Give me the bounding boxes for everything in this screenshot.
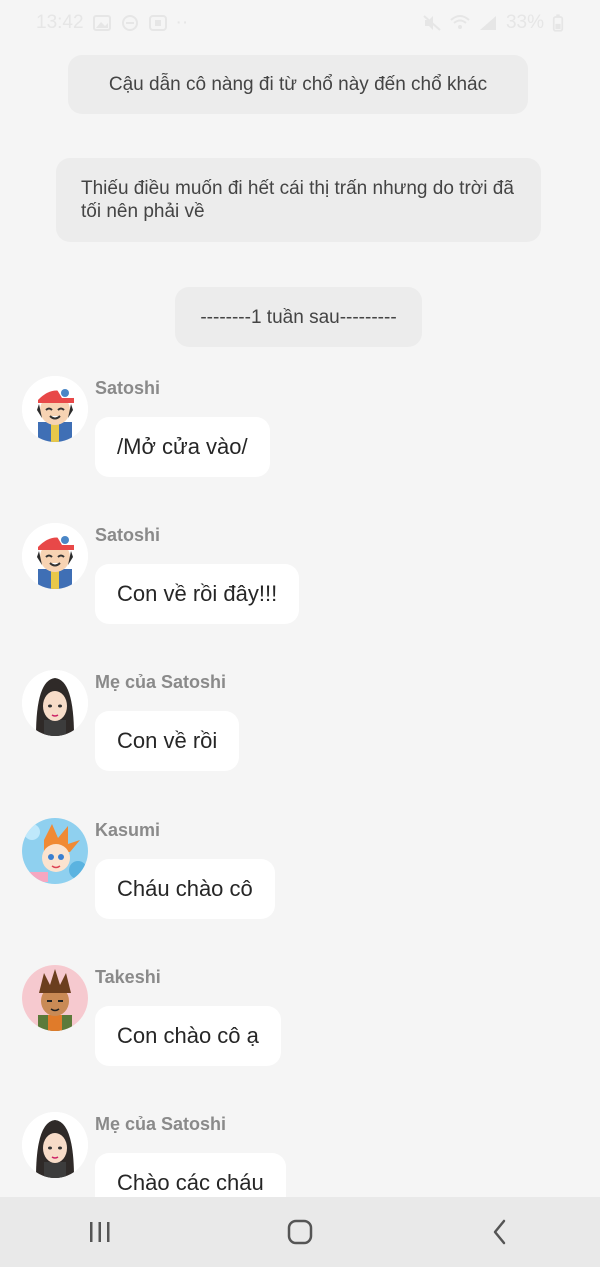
status-right: 33% (422, 12, 564, 34)
message-bubble[interactable]: /Mở cửa vào/ (95, 417, 270, 477)
battery-icon (552, 14, 564, 32)
mother-avatar-image (22, 670, 88, 736)
sender-name: Mẹ của Satoshi (95, 1114, 227, 1134)
kasumi-avatar-image (22, 818, 88, 884)
more-icon: ·· (175, 12, 189, 33)
message-bubble[interactable]: Con về rồi (95, 711, 240, 771)
message-bubble[interactable]: Con chào cô ạ (95, 1006, 281, 1066)
message-row: Satoshi Con về rồi đây!!! (22, 523, 582, 643)
satoshi-avatar-image (22, 376, 88, 442)
sender-name: Satoshi (95, 525, 161, 545)
message-row: Mẹ của Satoshi Chào các cháu (22, 1112, 582, 1197)
satoshi-avatar[interactable] (22, 376, 88, 442)
mother-avatar[interactable] (22, 1112, 88, 1178)
mute-icon (423, 15, 441, 31)
home-button[interactable] (270, 1202, 330, 1262)
message-bubble[interactable]: Con về rồi đây!!! (95, 564, 300, 624)
message-row: Kasumi Cháu chào cô (22, 818, 582, 938)
sender-name: Takeshi (95, 967, 161, 987)
mother-avatar[interactable] (22, 670, 88, 736)
narration-text: Thiếu điều muốn đi hết cái thị trấn nhưn… (81, 178, 514, 222)
message-row: Takeshi Con chào cô ạ (22, 965, 582, 1085)
satoshi-avatar-image (22, 523, 88, 589)
back-button[interactable] (470, 1202, 530, 1262)
message-bubble[interactable]: Chào các cháu (95, 1153, 286, 1197)
status-time: 13:42 (36, 12, 84, 33)
face-icon (121, 15, 138, 31)
takeshi-avatar[interactable] (22, 965, 88, 1031)
dl-icon (148, 15, 167, 31)
signal-icon (479, 16, 496, 30)
sender-name: Mẹ của Satoshi (95, 672, 227, 692)
recent-apps-icon (90, 1222, 110, 1242)
narration-box: Thiếu điều muốn đi hết cái thị trấn nhưn… (56, 158, 541, 242)
back-icon (493, 1219, 506, 1245)
wifi-icon (450, 15, 470, 29)
battery-percent: 33% (505, 12, 544, 33)
sender-name: Kasumi (95, 820, 161, 840)
status-left: 13:42 ·· (36, 12, 188, 34)
mother-avatar-image (22, 1112, 88, 1178)
narration-text: --------1 tuần sau--------- (200, 306, 397, 328)
takeshi-avatar-image (22, 965, 88, 1031)
narration-text: Cậu dẫn cô nàng đi từ chổ này đến chổ kh… (108, 74, 488, 95)
satoshi-avatar[interactable] (22, 523, 88, 589)
message-row: Satoshi /Mở cửa vào/ (22, 376, 582, 496)
navigation-bar (0, 1197, 600, 1267)
message-row: Mẹ của Satoshi Con về rồi (22, 670, 582, 790)
narration-box: Cậu dẫn cô nàng đi từ chổ này đến chổ kh… (68, 55, 528, 114)
status-bar: 13:42 ·· 33% (0, 0, 600, 46)
chat-area[interactable]: Cậu dẫn cô nàng đi từ chổ này đến chổ kh… (0, 46, 600, 1197)
message-bubble[interactable]: Cháu chào cô (95, 859, 275, 919)
narration-box: --------1 tuần sau--------- (175, 287, 422, 347)
gallery-icon (92, 15, 111, 31)
sender-name: Satoshi (95, 378, 161, 398)
home-icon (287, 1219, 313, 1245)
kasumi-avatar[interactable] (22, 818, 88, 884)
recent-apps-button[interactable] (70, 1202, 130, 1262)
